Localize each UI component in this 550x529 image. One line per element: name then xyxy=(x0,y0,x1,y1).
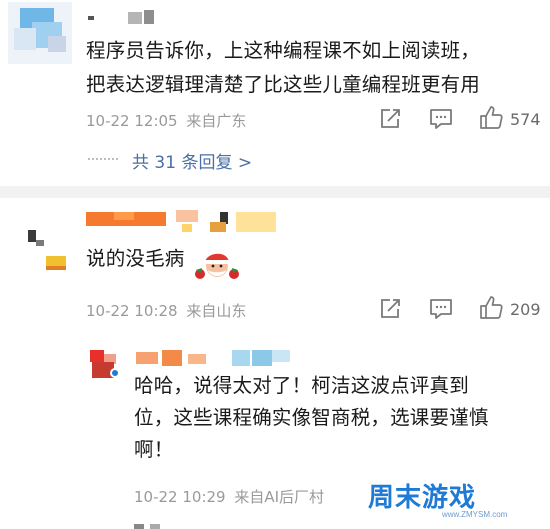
comment-source: 来自山东 xyxy=(186,302,247,320)
comment-time: 10-22 12:05 xyxy=(86,112,178,130)
comment-icon[interactable] xyxy=(428,107,454,131)
reply-source: 来自AI后厂村 xyxy=(234,488,325,506)
reply-dots xyxy=(88,158,118,162)
reply-time: 10-22 10:29 xyxy=(134,488,226,506)
comment-text: 说的没毛病 xyxy=(86,247,185,270)
comment-source: 来自广东 xyxy=(186,112,247,130)
reply-text-line: 哈哈，说得太对了！柯洁这波点评真到 xyxy=(134,374,469,397)
reply-meta: 10-22 10:29 来自AI后厂村 xyxy=(134,486,324,507)
santa-emoji-icon xyxy=(195,251,239,279)
comment-meta: 10-22 10:28 来自山东 xyxy=(86,300,246,321)
share-icon[interactable] xyxy=(378,297,402,321)
comment-text-line: 程序员告诉你，上这种编程课不如上阅读班， xyxy=(86,39,481,62)
watermark-site: www.ZMYSM.com xyxy=(442,510,508,519)
comment-meta: 10-22 12:05 来自广东 xyxy=(86,110,246,131)
reply-text-line: 位，这些课程确实像智商税，选课要谨慎 xyxy=(134,406,489,429)
like-count: 574 xyxy=(510,110,541,129)
reply-text: 哈哈，说得太对了！柯洁这波点评真到 位，这些课程确实像智商税，选课要谨慎 啊！ xyxy=(134,370,489,466)
thumbs-up-icon[interactable] xyxy=(478,295,504,321)
reply-text-line: 啊！ xyxy=(134,438,174,461)
next-item-fragment xyxy=(134,520,174,529)
username[interactable] xyxy=(88,10,168,26)
username[interactable] xyxy=(86,210,286,232)
watermark: 周末游戏 www.ZMYSM.com xyxy=(368,482,546,528)
comment-text: 程序员告诉你，上这种编程课不如上阅读班， 把表达逻辑理清楚了比这些儿童编程班更有… xyxy=(86,34,480,102)
comment-text-line: 把表达逻辑理清楚了比这些儿童编程班更有用 xyxy=(86,73,481,96)
comment-time: 10-22 10:28 xyxy=(86,302,178,320)
avatar[interactable] xyxy=(8,2,72,64)
username[interactable] xyxy=(136,350,296,370)
share-icon[interactable] xyxy=(378,107,402,131)
watermark-brand-text: 周末游戏 xyxy=(368,483,477,513)
divider xyxy=(0,186,550,198)
view-replies-link[interactable]: 共 31 条回复 > xyxy=(132,148,252,173)
thumbs-up-icon[interactable] xyxy=(478,105,504,131)
like-count: 209 xyxy=(510,300,541,319)
comment-icon[interactable] xyxy=(428,297,454,321)
avatar[interactable] xyxy=(22,230,74,270)
avatar[interactable] xyxy=(90,350,120,380)
